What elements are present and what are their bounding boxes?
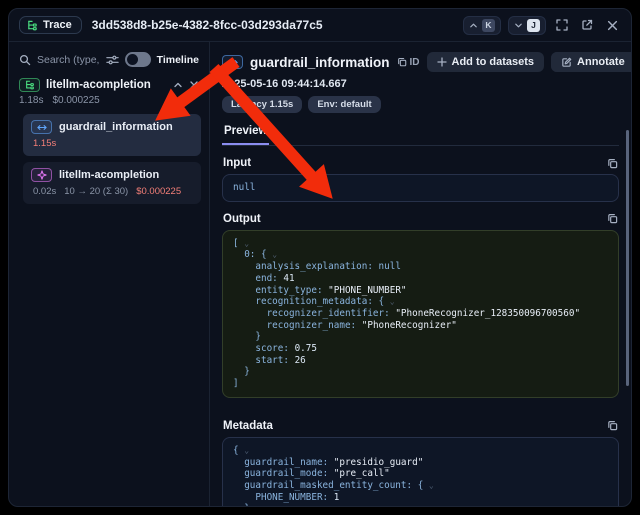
observation-detail-panel: guardrail_information ID Add to datasets xyxy=(210,42,631,506)
navigate-up-button[interactable]: K xyxy=(463,16,501,35)
page-title: guardrail_information xyxy=(250,55,390,70)
latency-badge: Latency 1.15s xyxy=(222,96,302,113)
copy-icon[interactable] xyxy=(607,213,618,224)
copy-icon[interactable] xyxy=(607,420,618,431)
trace-tree-sidebar: Timeline litellm-acompletion 1.18s $0.00… xyxy=(9,42,210,506)
trace-id: 3dd538d8-b25e-4382-8fcc-03d293da77c5 xyxy=(92,18,323,32)
tree-root-row[interactable]: litellm-acompletion xyxy=(17,75,201,92)
trace-peek-window: Trace 3dd538d8-b25e-4382-8fcc-03d293da77… xyxy=(8,8,632,507)
navigate-down-button[interactable]: J xyxy=(508,16,546,35)
expand-all-icon[interactable] xyxy=(189,80,199,90)
copy-icon[interactable] xyxy=(607,158,618,169)
open-in-new-button[interactable] xyxy=(578,16,596,34)
collapse-node-icon[interactable] xyxy=(173,80,183,90)
filter-sliders-icon[interactable] xyxy=(106,54,119,66)
output-section-label: Output xyxy=(223,213,261,225)
observation-timestamp: 2025-05-16 09:44:14.667 xyxy=(222,78,619,90)
metadata-json-viewer[interactable]: { ⌄guardrail_name: "presidio_guard"guard… xyxy=(222,437,619,507)
tab-preview[interactable]: Preview xyxy=(222,121,269,145)
tree-root-name: litellm-acompletion xyxy=(46,79,167,91)
search-input[interactable] xyxy=(37,54,100,66)
item-latency: 1.15s xyxy=(33,138,56,149)
timeline-toggle[interactable] xyxy=(125,52,151,67)
trace-type-label: Trace xyxy=(43,19,72,31)
item-cost: $0.000225 xyxy=(136,186,181,197)
output-section: Output [ ⌄0: { ⌄analysis_explanation: nu… xyxy=(222,211,619,398)
chevron-down-icon xyxy=(514,21,523,30)
id-label: ID xyxy=(410,57,420,68)
trace-tree-icon xyxy=(27,20,38,31)
item-latency: 0.02s xyxy=(33,186,56,197)
output-json-viewer[interactable]: [ ⌄0: { ⌄analysis_explanation: nullend: … xyxy=(222,230,619,398)
expand-icon xyxy=(556,19,568,31)
metadata-section: Metadata { ⌄guardrail_name: "presidio_gu… xyxy=(222,418,619,507)
external-link-icon xyxy=(581,19,593,31)
shortcut-key-j: J xyxy=(527,19,540,32)
timeline-toggle-label: Timeline xyxy=(157,54,199,66)
tree-item-litellm-acompletion[interactable]: litellm-acompletion 0.02s 10 → 20 (Σ 30)… xyxy=(23,162,201,204)
tree-item-name: litellm-acompletion xyxy=(59,169,159,181)
tree-item-guardrail-information[interactable]: guardrail_information 1.15s xyxy=(23,114,201,156)
copy-icon xyxy=(397,57,407,67)
root-cost: $0.000225 xyxy=(52,95,99,106)
close-icon xyxy=(607,20,618,31)
input-section: Input null xyxy=(222,155,619,202)
environment-badge: Env: default xyxy=(308,96,380,113)
item-token-usage: 10 → 20 (Σ 30) xyxy=(64,186,128,197)
top-bar: Trace 3dd538d8-b25e-4382-8fcc-03d293da77… xyxy=(9,9,631,42)
annotate-split-button: Annotate xyxy=(551,52,632,72)
annotate-button[interactable]: Annotate xyxy=(551,52,632,72)
close-button[interactable] xyxy=(603,16,621,34)
vertical-scrollbar[interactable] xyxy=(626,130,629,386)
detail-tabs: Preview xyxy=(222,121,619,146)
span-type-icon xyxy=(31,120,52,134)
metadata-section-label: Metadata xyxy=(223,420,273,432)
chevron-up-icon xyxy=(469,21,478,30)
add-to-datasets-button[interactable]: Add to datasets xyxy=(427,52,545,72)
search-icon xyxy=(19,54,31,66)
trace-type-badge: Trace xyxy=(19,16,82,34)
input-section-label: Input xyxy=(223,157,251,169)
trace-node-icon xyxy=(19,78,40,92)
generation-type-icon xyxy=(31,168,52,182)
annotate-pencil-icon xyxy=(561,57,572,68)
plus-icon xyxy=(437,57,447,67)
root-latency: 1.18s xyxy=(19,95,43,106)
shortcut-key-k: K xyxy=(482,19,495,32)
span-type-icon xyxy=(222,55,243,69)
input-json-viewer[interactable]: null xyxy=(222,174,619,202)
expand-fullscreen-button[interactable] xyxy=(553,16,571,34)
tree-root-metrics: 1.18s $0.000225 xyxy=(17,92,201,112)
tree-item-name: guardrail_information xyxy=(59,121,173,133)
copy-id-button[interactable]: ID xyxy=(397,57,420,68)
